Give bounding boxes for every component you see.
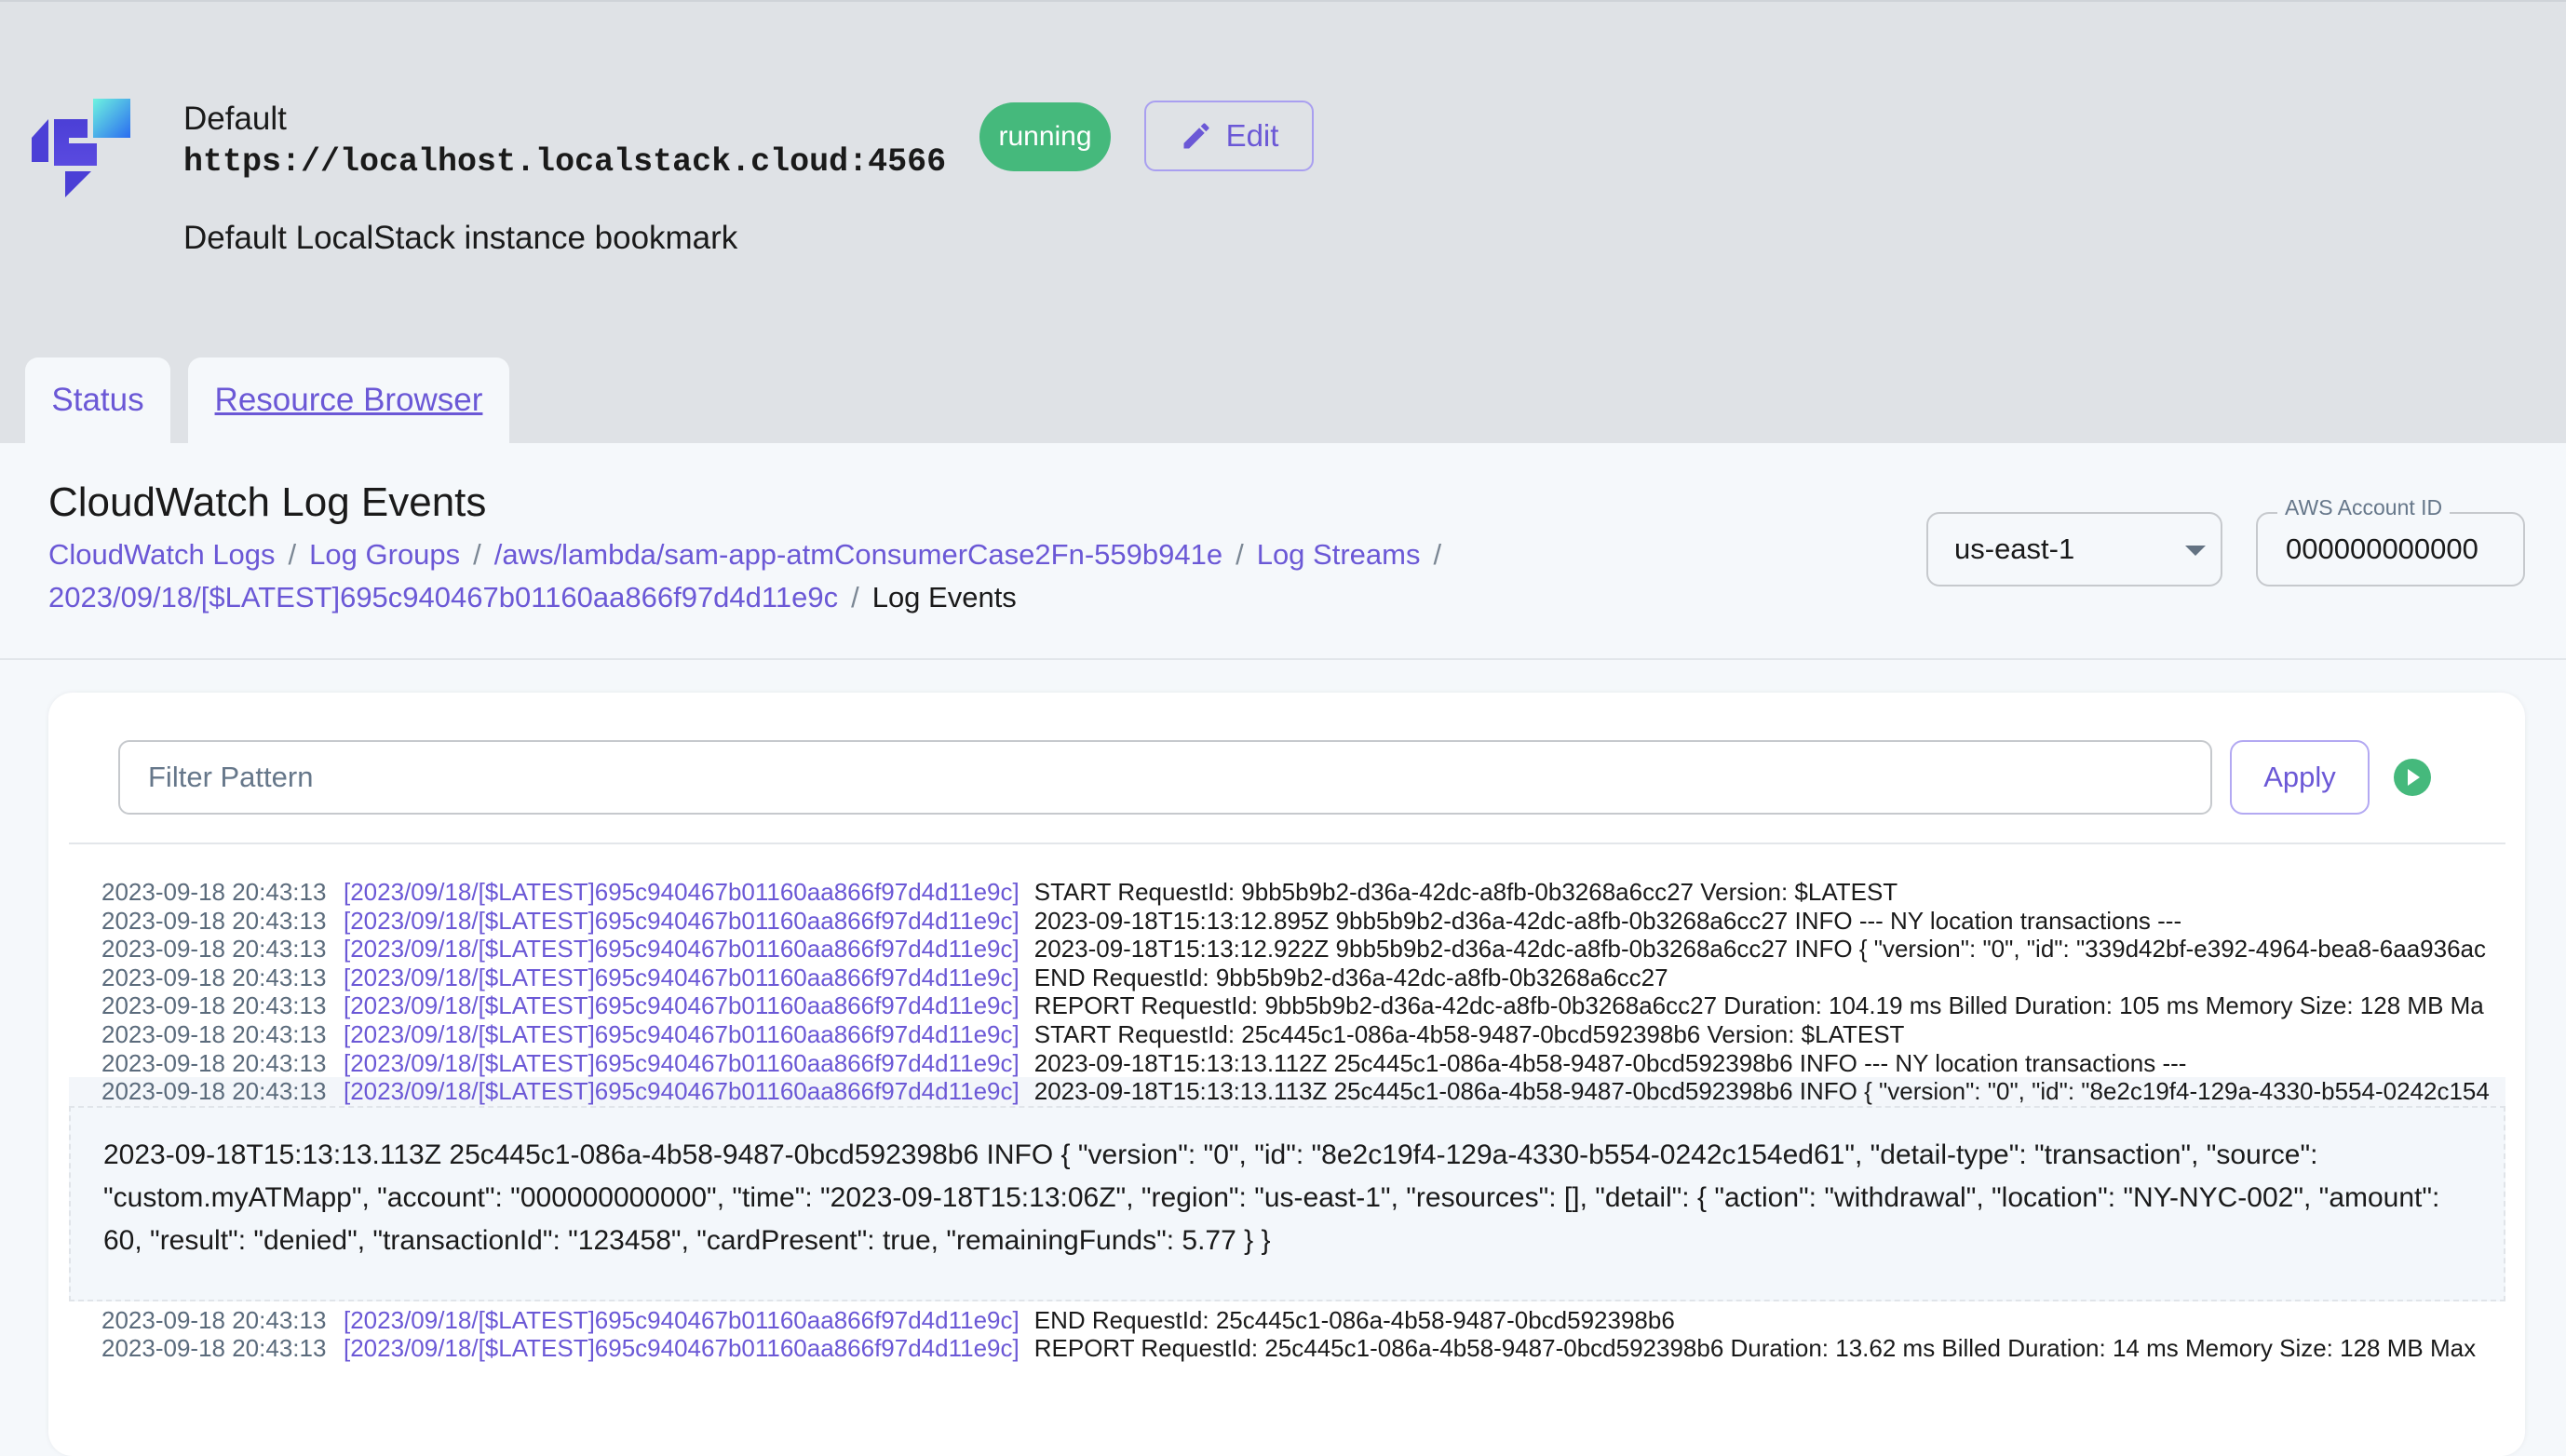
tab-status[interactable]: Status — [25, 357, 170, 443]
log-event-message: 2023-09-18T15:13:12.922Z 9bb5b9b2-d36a-4… — [1033, 935, 2486, 964]
apply-button[interactable]: Apply — [2230, 740, 2370, 815]
breadcrumb: CloudWatch Logs / Log Groups / /aws/lambda/s… — [48, 533, 1501, 619]
breadcrumb-separator: / — [1433, 538, 1442, 571]
divider — [0, 658, 2566, 660]
log-event-message: REPORT RequestId: 25c445c1-086a-4b58-948… — [1033, 1334, 2477, 1363]
edit-label: Edit — [1225, 118, 1279, 153]
log-event-row[interactable]: 2023-09-18 20:43:13 [2023/09/18/[$LATEST]… — [69, 1020, 2505, 1049]
log-event-stream-link[interactable]: [2023/09/18/[$LATEST]695c940467b01160aa8… — [344, 907, 1020, 935]
log-event-row[interactable]: 2023-09-18 20:43:13 [2023/09/18/[$LATEST]… — [69, 1077, 2505, 1106]
log-event-timestamp: 2023-09-18 20:43:13 — [101, 878, 327, 906]
log-event-timestamp: 2023-09-18 20:43:13 — [101, 991, 327, 1020]
log-event-row[interactable]: 2023-09-18 20:43:13 [2023/09/18/[$LATEST]… — [69, 1306, 2505, 1335]
log-event-row[interactable]: 2023-09-18 20:43:13 [2023/09/18/[$LATEST]… — [69, 964, 2505, 992]
log-event-timestamp: 2023-09-18 20:43:13 — [101, 963, 327, 991]
log-event-message: END RequestId: 9bb5b9b2-d36a-42dc-a8fb-0… — [1033, 963, 1668, 991]
log-event-timestamp: 2023-09-18 20:43:13 — [101, 1077, 327, 1106]
log-event-stream-link[interactable]: [2023/09/18/[$LATEST]695c940467b01160aa8… — [344, 1020, 1020, 1048]
status-badge: running — [979, 102, 1111, 171]
log-event-timestamp: 2023-09-18 20:43:13 — [101, 906, 327, 935]
log-event-timestamp: 2023-09-18 20:43:13 — [101, 1048, 327, 1077]
log-event-stream-link[interactable]: [2023/09/18/[$LATEST]695c940467b01160aa8… — [344, 1077, 1020, 1105]
breadcrumb-current: Log Events — [871, 581, 1017, 613]
filter-placeholder: Filter Pattern — [148, 761, 314, 793]
page-title: CloudWatch Log Events — [48, 479, 487, 525]
log-event-message: END RequestId: 25c445c1-086a-4b58-9487-0… — [1033, 1305, 1675, 1334]
account-id-label: AWS Account ID — [2277, 495, 2451, 520]
instance-description: Default LocalStack instance bookmark — [183, 220, 738, 256]
log-event-message: REPORT RequestId: 9bb5b9b2-d36a-42dc-a8f… — [1033, 991, 2484, 1020]
log-event-row[interactable]: 2023-09-18 20:43:13 [2023/09/18/[$LATEST]… — [69, 907, 2505, 936]
log-event-stream-link[interactable]: [2023/09/18/[$LATEST]695c940467b01160aa8… — [344, 1306, 1020, 1334]
log-event-row[interactable]: 2023-09-18 20:43:13 [2023/09/18/[$LATEST]… — [69, 1334, 2505, 1363]
log-event-timestamp: 2023-09-18 20:43:13 — [101, 1019, 327, 1048]
log-event-message: START RequestId: 25c445c1-086a-4b58-9487… — [1033, 1019, 1905, 1048]
log-events-list: 2023-09-18 20:43:13 [2023/09/18/[$LATEST]… — [69, 878, 2505, 1363]
log-event-stream-link[interactable]: [2023/09/18/[$LATEST]695c940467b01160aa8… — [344, 991, 1020, 1019]
chevron-down-icon — [2185, 546, 2206, 556]
breadcrumb-log-group[interactable]: /aws/lambda/sam-app-atmConsumerCase2Fn-5… — [494, 538, 1222, 571]
log-event-row[interactable]: 2023-09-18 20:43:13 [2023/09/18/[$LATEST]… — [69, 1049, 2505, 1078]
log-event-message: 2023-09-18T15:13:13.113Z 25c445c1-086a-4… — [1033, 1077, 2490, 1106]
log-event-timestamp: 2023-09-18 20:43:13 — [101, 1334, 327, 1363]
expanded-log-event: 2023-09-18T15:13:13.113Z 25c445c1-086a-4… — [69, 1105, 2505, 1301]
breadcrumb-log-streams[interactable]: Log Streams — [1257, 538, 1421, 571]
tab-resource-browser[interactable]: Resource Browser — [188, 357, 509, 443]
play-icon[interactable] — [2394, 759, 2431, 796]
breadcrumb-cloudwatch-logs[interactable]: CloudWatch Logs — [48, 538, 276, 571]
log-event-message: START RequestId: 9bb5b9b2-d36a-42dc-a8fb… — [1033, 878, 1898, 906]
region-value: us-east-1 — [1954, 533, 2075, 565]
log-event-stream-link[interactable]: [2023/09/18/[$LATEST]695c940467b01160aa8… — [344, 964, 1020, 991]
breadcrumb-log-groups[interactable]: Log Groups — [309, 538, 460, 571]
log-event-stream-link[interactable]: [2023/09/18/[$LATEST]695c940467b01160aa8… — [344, 878, 1020, 906]
localstack-logo-icon — [32, 99, 130, 197]
log-event-message: 2023-09-18T15:13:12.895Z 9bb5b9b2-d36a-4… — [1033, 906, 2182, 935]
account-id-value: 000000000000 — [2286, 533, 2478, 565]
log-event-row[interactable]: 2023-09-18 20:43:13 [2023/09/18/[$LATEST]… — [69, 935, 2505, 964]
edit-button[interactable]: Edit — [1144, 101, 1314, 171]
log-event-message: 2023-09-18T15:13:13.112Z 25c445c1-086a-4… — [1033, 1048, 2187, 1077]
log-event-stream-link[interactable]: [2023/09/18/[$LATEST]695c940467b01160aa8… — [344, 1049, 1020, 1077]
instance-header: Default https://localhost.localstack.clo… — [0, 0, 2566, 443]
log-event-timestamp: 2023-09-18 20:43:13 — [101, 1305, 327, 1334]
instance-name: Default — [183, 101, 287, 137]
log-event-stream-link[interactable]: [2023/09/18/[$LATEST]695c940467b01160aa8… — [344, 935, 1020, 963]
instance-url: https://localhost.localstack.cloud:4566 — [183, 143, 947, 181]
breadcrumb-separator: / — [473, 538, 481, 571]
log-event-timestamp: 2023-09-18 20:43:13 — [101, 935, 327, 964]
account-id-field[interactable]: 000000000000 — [2256, 512, 2525, 586]
breadcrumb-separator: / — [1236, 538, 1244, 571]
breadcrumb-separator: / — [288, 538, 297, 571]
breadcrumb-log-stream[interactable]: 2023/09/18/[$LATEST]695c940467b01160aa86… — [48, 581, 838, 613]
log-event-stream-link[interactable]: [2023/09/18/[$LATEST]695c940467b01160aa8… — [344, 1334, 1020, 1362]
breadcrumb-separator: / — [851, 581, 859, 613]
pencil-icon — [1183, 123, 1209, 149]
filter-pattern-input[interactable]: Filter Pattern — [118, 740, 2212, 815]
log-event-row[interactable]: 2023-09-18 20:43:13 [2023/09/18/[$LATEST]… — [69, 878, 2505, 907]
log-event-row[interactable]: 2023-09-18 20:43:13 [2023/09/18/[$LATEST]… — [69, 991, 2505, 1020]
divider — [69, 843, 2505, 844]
region-select[interactable]: us-east-1 — [1926, 512, 2222, 586]
